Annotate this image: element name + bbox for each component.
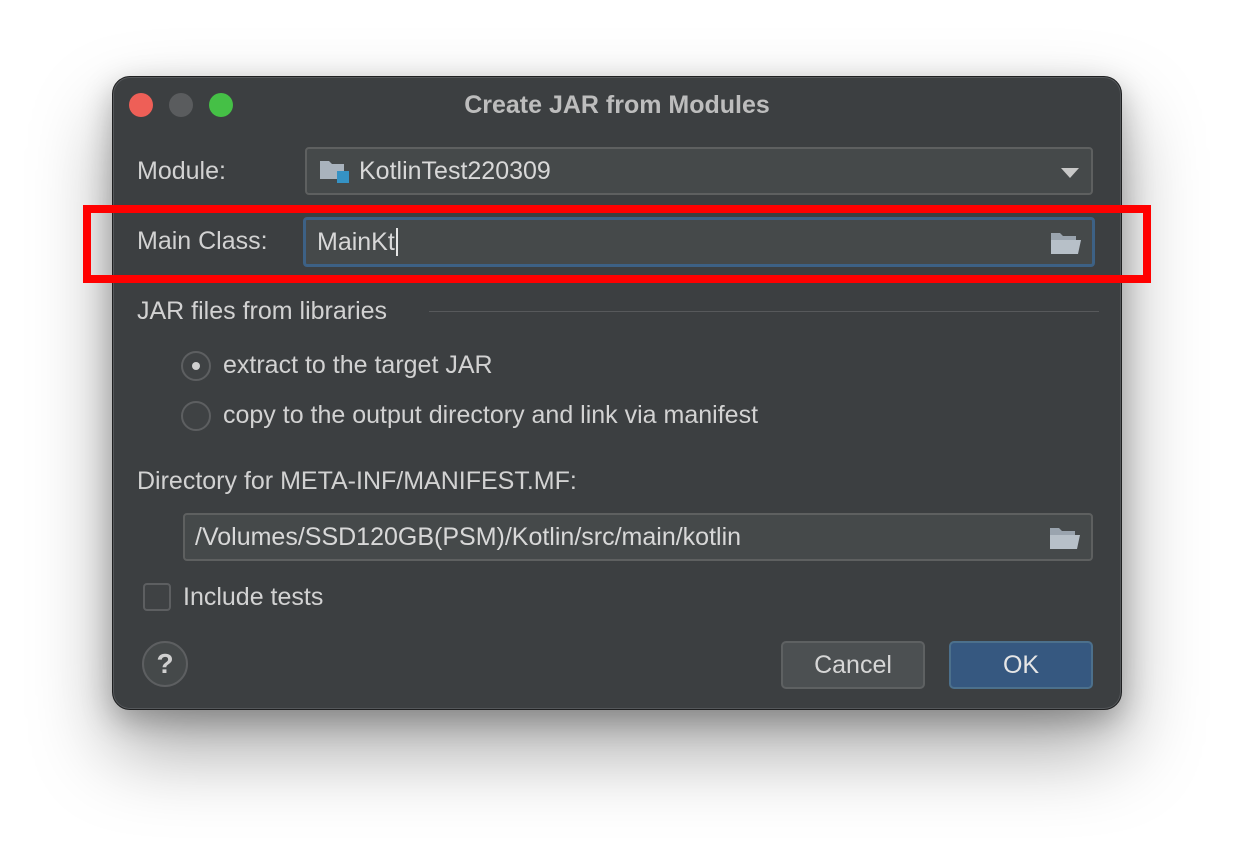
copy-option-label[interactable]: copy to the output directory and link vi… [223,401,758,430]
include-tests-label[interactable]: Include tests [183,583,323,612]
title-bar: Create JAR from Modules [113,77,1121,133]
section-divider [429,311,1099,312]
manifest-dir-value: /Volumes/SSD120GB(PSM)/Kotlin/src/main/k… [195,522,742,551]
extract-option-label[interactable]: extract to the target JAR [223,351,493,380]
create-jar-dialog: Create JAR from Modules Module: KotlinTe… [112,76,1122,710]
folder-open-icon[interactable] [1049,525,1081,551]
copy-radio[interactable] [181,401,211,431]
dialog-title: Create JAR from Modules [464,91,770,119]
help-button[interactable]: ? [142,641,188,687]
libraries-section-label: JAR files from libraries [137,297,388,325]
cancel-button[interactable]: Cancel [781,641,925,689]
module-select[interactable]: KotlinTest220309 [305,147,1093,195]
module-label: Module: [137,157,226,185]
chevron-down-icon[interactable] [1061,168,1079,178]
include-tests-checkbox[interactable] [143,583,171,611]
ok-button[interactable]: OK [949,641,1093,689]
manifest-dir-input[interactable]: /Volumes/SSD120GB(PSM)/Kotlin/src/main/k… [183,513,1093,561]
module-folder-icon [319,157,351,185]
module-value: KotlinTest220309 [359,156,551,185]
manifest-dir-label: Directory for META-INF/MANIFEST.MF: [137,467,577,495]
extract-radio[interactable] [181,351,211,381]
annotation-highlight-box [83,205,1151,283]
